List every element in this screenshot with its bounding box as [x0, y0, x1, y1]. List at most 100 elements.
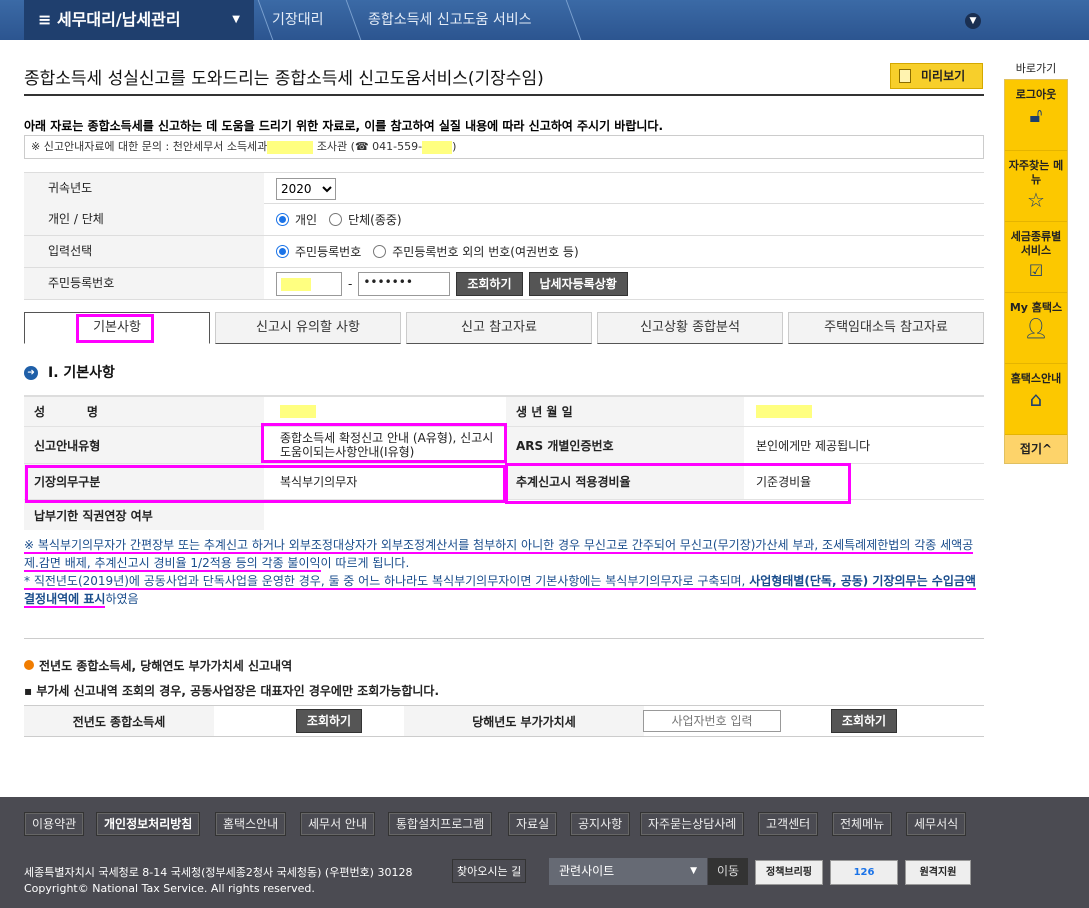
126-link[interactable]: 126 — [830, 860, 898, 885]
query-prev-button[interactable]: 조회하기 — [295, 709, 363, 733]
note-text: * 직전년도(2019년)에 공동사업과 단독사업을 운영한 경우, 둘 중 어… — [24, 574, 750, 590]
query-vat-button[interactable]: 조회하기 — [830, 709, 898, 733]
policy-briefing-link[interactable]: 정책브리핑 — [755, 860, 823, 885]
radio-label: 주민등록번호 — [295, 245, 362, 259]
ars-label: ARS 개별인증번호 — [506, 427, 744, 463]
footer-link[interactable]: 전체메뉴 — [832, 812, 893, 836]
type-label: 개인 / 단체 — [24, 204, 264, 235]
breadcrumb-item[interactable]: 기장대리 — [272, 0, 324, 40]
taxpayer-status-button[interactable]: 납세자등록상황 — [528, 271, 628, 296]
footer-link[interactable]: 홈택스안내 — [215, 812, 287, 836]
highlight-box — [25, 465, 506, 503]
sidebar-item-label: My 홈택스 — [1009, 301, 1063, 314]
footer-link[interactable]: 이용약관 — [24, 812, 85, 836]
preview-button[interactable]: 미리보기 — [890, 63, 983, 89]
tab-analysis[interactable]: 신고상황 종합분석 — [597, 312, 783, 344]
sidebar-item-my-hometax[interactable]: My 홈택스 👤︎ — [1005, 293, 1067, 364]
quick-menu-sidebar: 로그아웃 🔓︎ 자주찾는 메뉴 ☆ 세금종류별 서비스 ☑ My 홈택스 👤︎ 홈택스안… — [1004, 79, 1068, 464]
star-icon: ☆ — [1027, 188, 1045, 212]
chevron-down-icon[interactable]: ▼ — [965, 13, 981, 29]
form-row-year: 귀속년도 2020 — [24, 172, 984, 204]
note-joint-business: * 직전년도(2019년)에 공동사업과 단독사업을 운영한 경우, 둘 중 어… — [24, 572, 984, 608]
section-note: ▪ 부가세 신고내역 조회의 경우, 공동사업장은 대표자인 경우에만 조회가능… — [24, 684, 439, 698]
history-table: 전년도 종합소득세 조회하기 당해년도 부가가치세 조회하기 — [24, 705, 984, 737]
divider — [24, 638, 984, 639]
go-button[interactable]: 이동 — [708, 858, 748, 885]
query-button[interactable]: 조회하기 — [456, 271, 523, 296]
note-penalty: ※ 복식부기의무자가 간편장부 또는 추계신고 하거나 외부조정대상자가 외부조… — [24, 536, 984, 572]
rrn-label: 주민등록번호 — [24, 268, 264, 299]
find-way-button[interactable]: 찾아오시는 길 — [452, 859, 527, 883]
tab-cautions[interactable]: 신고시 유의할 사항 — [215, 312, 401, 344]
sidebar-item-label: 홈택스안내 — [1010, 372, 1062, 385]
biz-number-input[interactable] — [643, 710, 781, 732]
remote-support-link[interactable]: 원격지원 — [905, 860, 971, 885]
radio-rrn[interactable] — [276, 245, 289, 258]
year-select[interactable]: 2020 — [276, 177, 336, 200]
related-label: 관련사이트 — [559, 864, 615, 878]
section-title: 전년도 종합소득세, 당해연도 부가가치세 신고내역 — [39, 659, 293, 673]
sidebar-item-hometax-guide[interactable]: 홈택스안내 ⌂ — [1005, 364, 1067, 435]
footer-link[interactable]: 세무서식 — [906, 812, 967, 836]
highlight-box — [76, 314, 154, 343]
sidebar-item-label: 로그아웃 — [1015, 88, 1057, 101]
related-sites-select[interactable]: 관련사이트 ▼ — [549, 858, 707, 885]
prev-income-tax-label: 전년도 종합소득세 — [24, 706, 214, 736]
sidebar-item-label: 세금종류별 서비스 — [1010, 230, 1062, 257]
form-row-rrn: 주민등록번호 - ••••••• 조회하기 납세자등록상황 — [24, 268, 984, 300]
tab-reference[interactable]: 신고 참고자료 — [406, 312, 592, 344]
divider — [24, 94, 984, 96]
home-hand-icon: ⌂ — [1029, 387, 1043, 411]
radio-label: 주민등록번호 외의 번호(여권번호 등) — [392, 245, 579, 259]
rrn-back-input[interactable]: ••••••• — [358, 271, 451, 296]
radio-group[interactable] — [329, 213, 343, 226]
section-heading: 전년도 종합소득세, 당해연도 부가가치세 신고내역 — [24, 657, 292, 674]
footer-link[interactable]: 자주묻는상담사례 — [640, 812, 745, 836]
note-text: 하였음 — [105, 592, 139, 606]
note-text: 부가세 신고내역 조회의 경우, 공동사업장은 대표자인 경우에만 조회가능합니… — [36, 684, 439, 698]
highlight-box — [505, 463, 851, 504]
footer-link[interactable]: 고객센터 — [758, 812, 819, 836]
arrow-right-icon: ➜ — [24, 366, 38, 380]
sidebar-item-logout[interactable]: 로그아웃 🔓︎ — [1005, 80, 1067, 151]
address: 세종특별자치시 국세청로 8-14 국세청(정부세종2청사 국세청동) (우편번… — [24, 866, 413, 879]
dropdown-arrow-icon: ▼ — [232, 14, 240, 25]
note-text: , 추계신고시 경비율 1/2적용 등의 각종 불이익 — [86, 556, 321, 572]
input-label: 입력선택 — [24, 236, 264, 267]
section-title: Ⅰ. 기본사항 — [48, 365, 115, 381]
sidebar-title: 바로가기 — [1015, 62, 1057, 75]
footer-link[interactable]: 개인정보처리방침 — [96, 812, 201, 836]
highlight-box — [261, 423, 507, 463]
rrn-front-input[interactable] — [276, 271, 342, 296]
document-icon — [899, 69, 911, 83]
year-label: 귀속년도 — [24, 173, 264, 204]
footer-link[interactable]: 공지사항 — [570, 812, 631, 836]
fold-button[interactable]: 접기^ — [1005, 435, 1067, 463]
unlock-icon: 🔓︎ — [1029, 103, 1043, 127]
sidebar-item-tax-services[interactable]: 세금종류별 서비스 ☑ — [1005, 222, 1067, 293]
main-menu-dropdown[interactable]: ≡ 세무대리/납세관리 ▼ — [24, 0, 254, 40]
birthdate-value — [746, 397, 984, 426]
radio-other-id[interactable] — [373, 245, 387, 258]
inquiry-box: ※ 신고안내자료에 대한 문의 : 천안세무서 소득세과 조사관 (☎ 041-… — [24, 135, 984, 159]
user-icon: 👤︎ — [1023, 316, 1049, 340]
radio-individual[interactable] — [276, 213, 289, 226]
inquiry-text: ) — [452, 140, 457, 153]
main-menu-label: 세무대리/납세관리 — [56, 10, 181, 29]
name-value — [276, 397, 504, 426]
footer-link[interactable]: 자료실 — [508, 812, 558, 836]
tab-rental-income[interactable]: 주택임대소득 참고자료 — [788, 312, 984, 344]
inquiry-text: 조사관 (☎ 041-559- — [316, 140, 423, 153]
sidebar-item-favorites[interactable]: 자주찾는 메뉴 ☆ — [1005, 151, 1067, 222]
sidebar-item-label: 자주찾는 메뉴 — [1008, 159, 1064, 186]
section-heading: ➜ Ⅰ. 기본사항 — [24, 362, 115, 382]
deadline-extension-label: 납부기한 직권연장 여부 — [24, 500, 264, 530]
page-title: 종합소득세 성실신고를 도와드리는 종합소득세 신고도움서비스(기장수임) — [24, 69, 544, 89]
breadcrumb-item[interactable]: 종합소득세 신고도움 서비스 — [368, 0, 531, 40]
bullet-icon — [24, 660, 34, 670]
inquiry-text: ※ 신고안내자료에 대한 문의 : 천안세무서 소득세과 — [31, 140, 268, 153]
guide-type-label: 신고안내유형 — [24, 427, 264, 463]
footer-link[interactable]: 세무서 안내 — [300, 812, 376, 836]
radio-label: 개인 — [295, 213, 318, 227]
footer-link[interactable]: 통합설치프로그램 — [388, 812, 493, 836]
